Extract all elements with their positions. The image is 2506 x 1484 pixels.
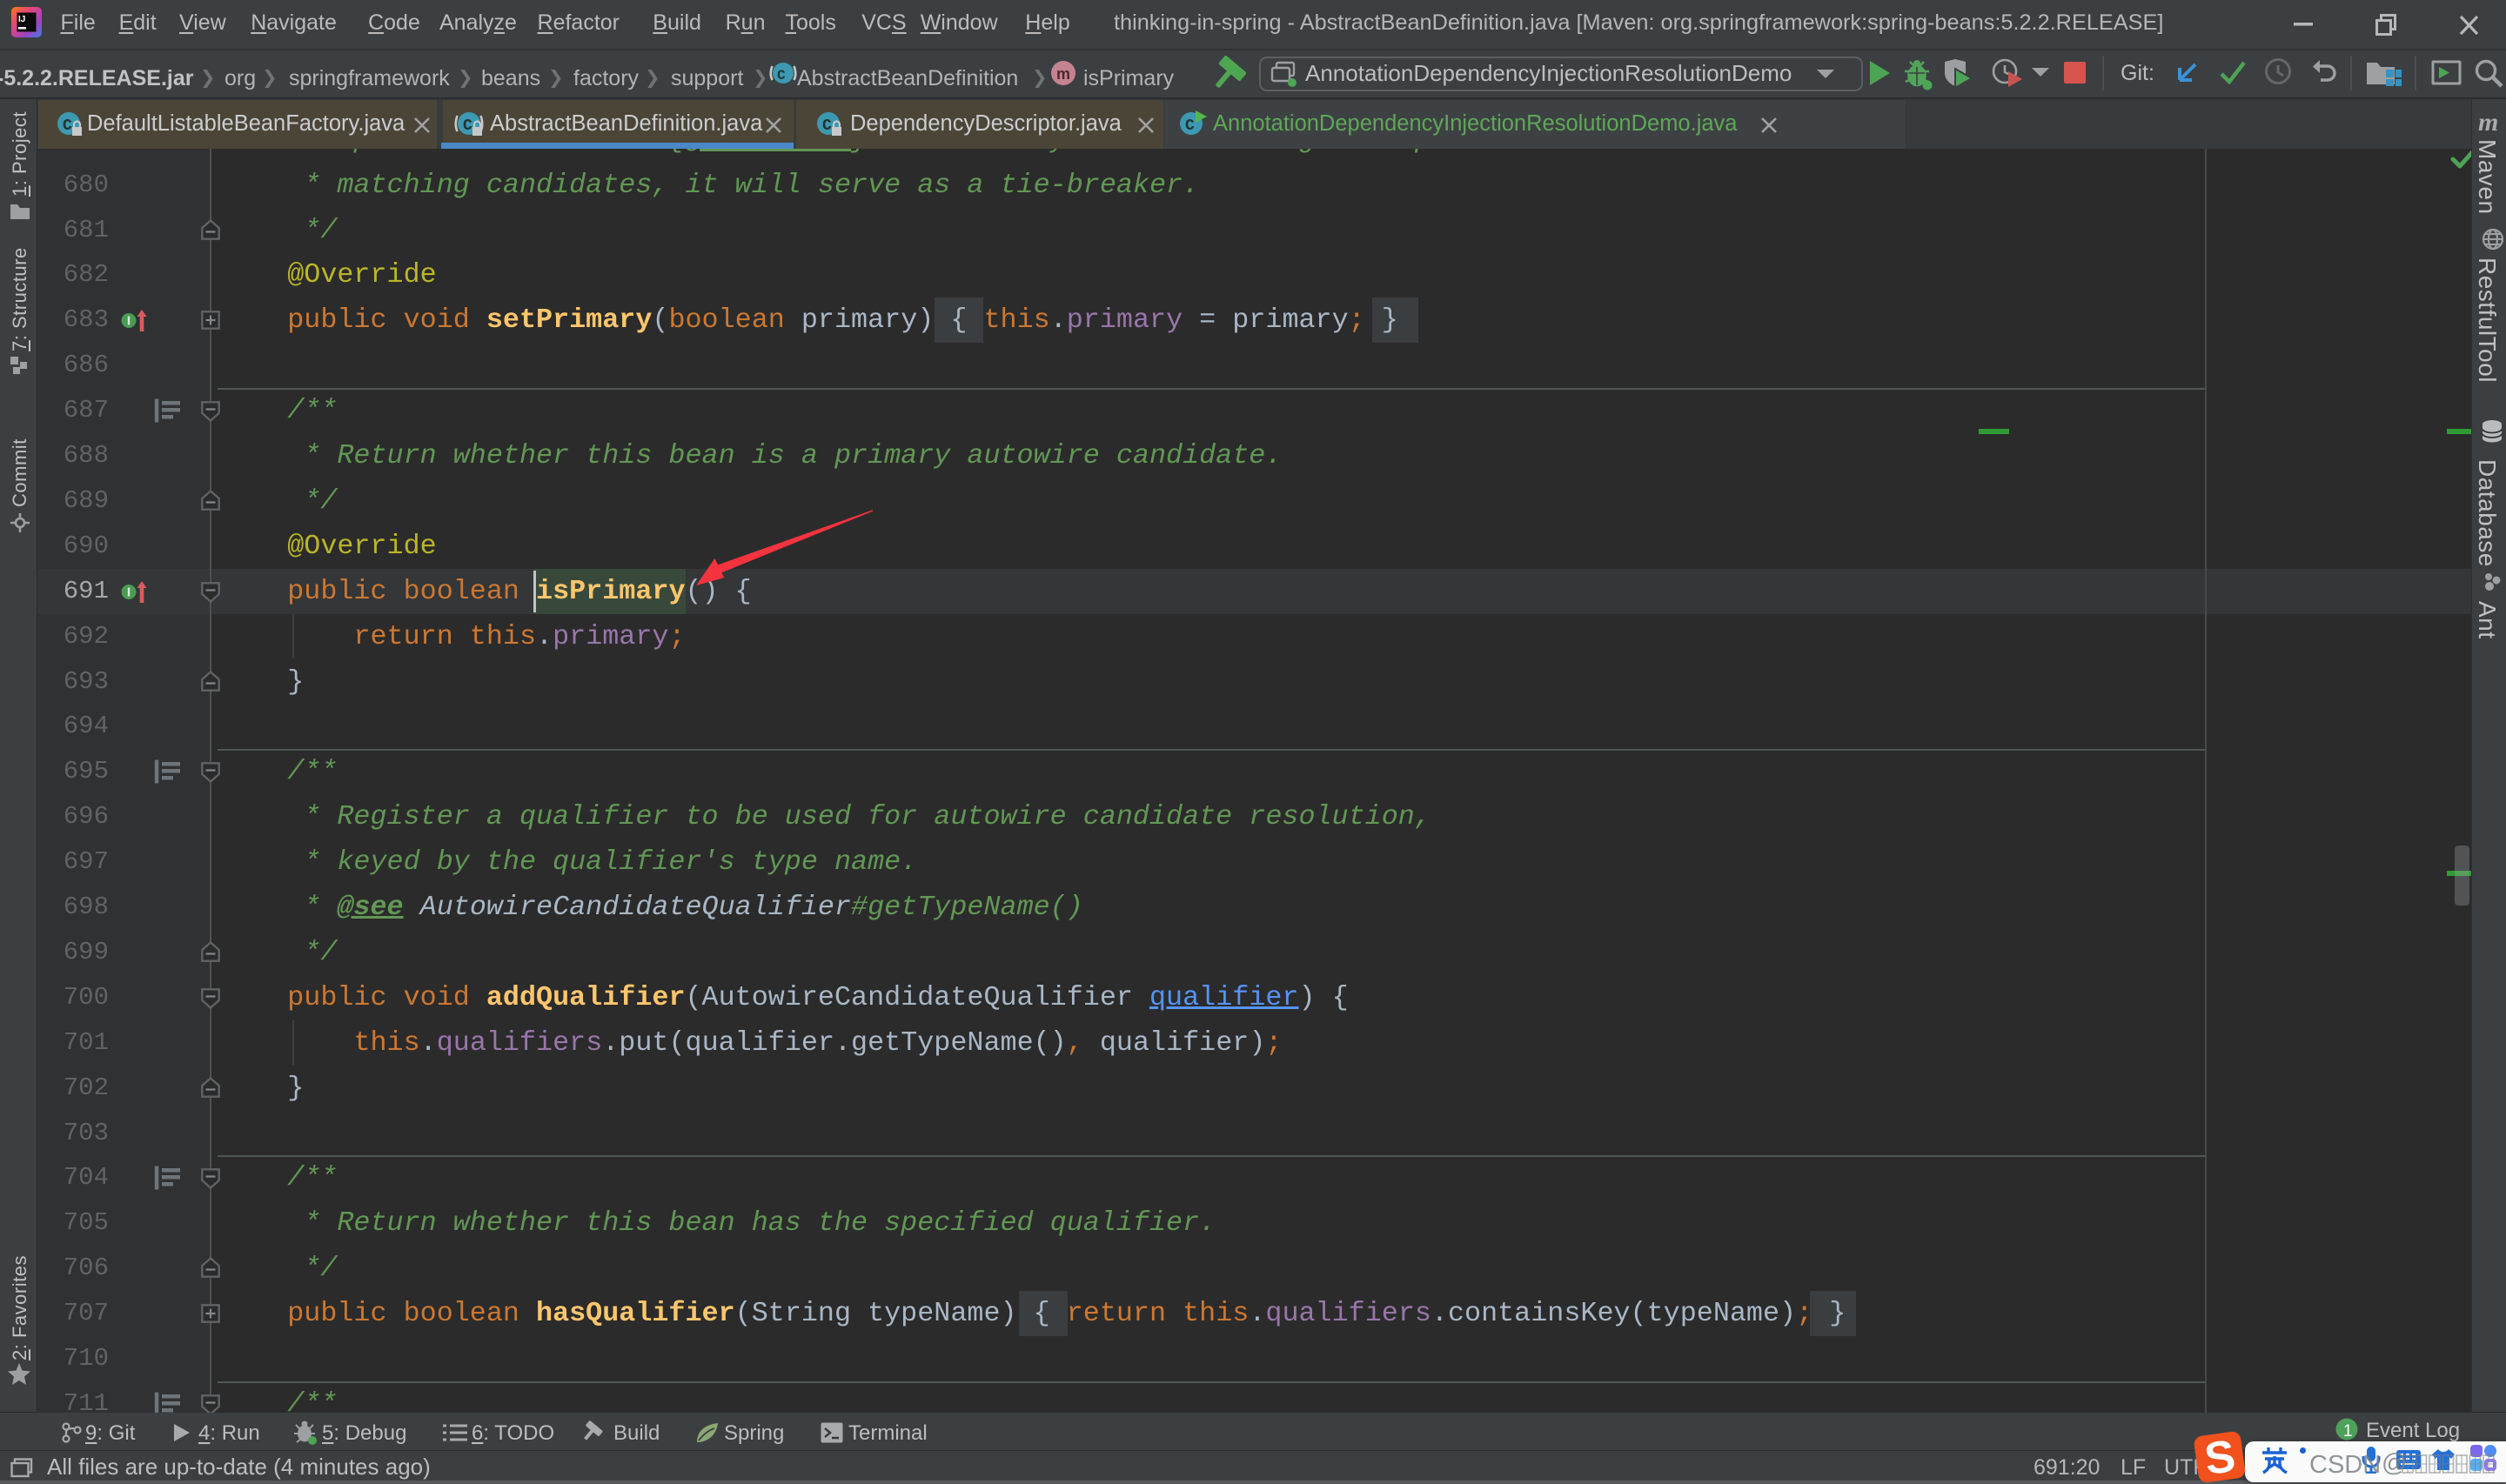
svg-text:1: 1 xyxy=(2343,1422,2353,1441)
svg-text:IJ: IJ xyxy=(18,15,25,24)
svg-text:C: C xyxy=(777,68,786,84)
svg-text:C: C xyxy=(822,117,832,135)
svg-text:m: m xyxy=(1056,65,1070,83)
svg-text:C: C xyxy=(63,117,72,135)
svg-text:C: C xyxy=(463,117,472,135)
svg-text:C: C xyxy=(1185,117,1195,135)
